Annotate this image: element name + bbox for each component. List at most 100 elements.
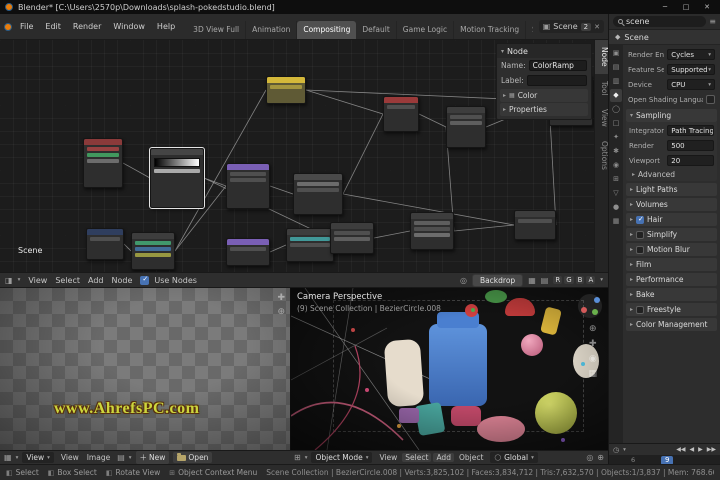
filter-icon[interactable]: ≡ (709, 17, 716, 26)
section-light-paths[interactable]: ▸ Light Paths (626, 183, 717, 196)
compositor-node-12[interactable] (286, 228, 334, 262)
image-icon[interactable]: ▦ (528, 276, 536, 285)
snap-magnet-icon[interactable]: ◎ (586, 453, 593, 462)
viewport-3d[interactable]: Camera Perspective (9) Scene Collection … (290, 288, 608, 450)
editor-type-icon[interactable]: ⊞ (294, 453, 301, 462)
section-simplify[interactable]: ▸ Simplify (626, 228, 717, 241)
play-reverse-button[interactable]: ◀ (690, 446, 695, 453)
proportional-edit-icon[interactable]: ⊕ (597, 453, 604, 462)
menu-render[interactable]: Render (67, 20, 107, 33)
workspace-tab-scripting[interactable]: Scripting (526, 21, 533, 39)
browse-image-icon[interactable]: ▤ (117, 453, 125, 462)
hair-checkbox[interactable] (636, 215, 645, 224)
channel-g-button[interactable]: G (564, 276, 574, 284)
color-subpanel-header[interactable]: ▸ ▦ Color (500, 89, 588, 102)
world-tab-icon[interactable]: ◯ (610, 103, 622, 116)
section-freestyle[interactable]: ▸ Freestyle (626, 303, 717, 316)
material-tab-icon[interactable]: ● (610, 201, 622, 214)
image-menu-view[interactable]: View (58, 453, 82, 462)
section-motion-blur[interactable]: ▸ Motion Blur (626, 243, 717, 256)
object-tab-icon[interactable]: □ (610, 117, 622, 130)
editor-type-icon[interactable]: ▦ (4, 453, 12, 462)
camera-view-icon[interactable]: ◉ (589, 354, 597, 364)
sidebar-tab-options[interactable]: Options (595, 134, 609, 177)
menu-help[interactable]: Help (151, 20, 181, 33)
compositor-node-4[interactable] (266, 76, 306, 104)
channel-a-button[interactable]: A (586, 276, 596, 284)
jump-to-start-button[interactable]: ◀◀ (676, 446, 685, 453)
pan-hand-icon[interactable]: ✚ (589, 339, 597, 349)
compositor-node-13[interactable] (330, 222, 374, 254)
zoom-icon[interactable]: ⊕ (277, 307, 285, 317)
viewport-menu-select[interactable]: Select (402, 453, 432, 462)
section-volumes[interactable]: ▸ Volumes (626, 198, 717, 211)
window-minimize-button[interactable]: ─ (657, 3, 673, 11)
modifiers-tab-icon[interactable]: ✦ (610, 131, 622, 144)
workspace-tab-game-logic[interactable]: Game Logic (397, 21, 455, 39)
use-nodes-checkbox[interactable] (140, 275, 150, 285)
pan-hand-icon[interactable]: ✚ (277, 293, 285, 303)
texture-tab-icon[interactable]: ▦ (610, 215, 622, 228)
node-label-input[interactable] (526, 75, 587, 86)
channel-r-button[interactable]: R (553, 276, 563, 284)
channel-b-button[interactable]: B (575, 276, 585, 284)
layers-icon[interactable]: ▤ (541, 276, 549, 285)
workspace-tab-3d-view-full[interactable]: 3D View Full (187, 21, 247, 39)
node-name-input[interactable]: ColorRamp (528, 60, 587, 71)
jump-to-end-button[interactable]: ▶▶ (707, 446, 716, 453)
scene-tab-icon[interactable]: ◆ (610, 89, 622, 102)
section-performance[interactable]: ▸ Performance (626, 273, 717, 286)
object-data-tab-icon[interactable]: ▽ (610, 187, 622, 200)
motion-blur-checkbox[interactable] (636, 245, 645, 254)
window-maximize-button[interactable]: □ (678, 3, 694, 11)
physics-tab-icon[interactable]: ◉ (610, 159, 622, 172)
node-menu-view[interactable]: View (25, 276, 50, 285)
new-image-button[interactable]: ＋ New (135, 451, 170, 464)
sidebar-tab-node[interactable]: Node (595, 40, 609, 74)
section-film[interactable]: ▸ Film (626, 258, 717, 271)
compositor-node-15[interactable] (514, 210, 556, 240)
properties-subpanel-header[interactable]: ▸ Properties (500, 103, 588, 116)
menu-window[interactable]: Window (107, 20, 151, 33)
object-mode-dropdown[interactable]: Object Mode ▾ (311, 452, 373, 463)
workspace-tab-motion-tracking[interactable]: Motion Tracking (454, 21, 527, 39)
compositor-node-2[interactable] (149, 147, 205, 209)
feature-set-dropdown[interactable]: Supported ▾ (667, 64, 715, 75)
render-samples-field[interactable]: 500 (667, 140, 714, 151)
sampling-section-header[interactable]: ▾ Sampling (626, 109, 717, 122)
particles-tab-icon[interactable]: ✱ (610, 145, 622, 158)
node-menu-select[interactable]: Select (52, 276, 83, 285)
blender-menu-icon[interactable] (4, 22, 12, 31)
compositor-node-11[interactable] (226, 238, 270, 266)
viewport-menu-view[interactable]: View (376, 453, 400, 462)
workspace-tab-compositing[interactable]: Compositing (297, 21, 357, 39)
snap-icon[interactable]: ◎ (460, 276, 467, 285)
compositor-node-1[interactable] (83, 138, 123, 188)
compositor-node-9[interactable] (86, 228, 124, 260)
image-menu-image[interactable]: Image (84, 453, 114, 462)
viewport-samples-field[interactable]: 20 (667, 155, 714, 166)
compositor-node-10[interactable] (131, 232, 175, 270)
section-bake[interactable]: ▸ Bake (626, 288, 717, 301)
section-color-management[interactable]: ▸ Color Management (626, 318, 717, 331)
compositor-node-14[interactable] (410, 212, 454, 250)
compositor-node-5[interactable] (293, 173, 343, 215)
window-close-button[interactable]: ✕ (699, 3, 715, 11)
compositor-node-7[interactable] (446, 106, 486, 148)
scene-selector[interactable]: ▣ Scene 2 ✕ (538, 20, 604, 33)
workspace-tab-animation[interactable]: Animation (246, 21, 298, 39)
zoom-icon[interactable]: ⊕ (589, 324, 597, 334)
scene-unlink-button[interactable]: ✕ (594, 23, 600, 31)
open-shading-language-checkbox[interactable] (706, 95, 715, 104)
workspace-tab-default[interactable]: Default (356, 21, 397, 39)
image-mode-dropdown[interactable]: View ▾ (22, 452, 54, 463)
viewport-menu-object[interactable]: Object (456, 453, 486, 462)
node-menu-node[interactable]: Node (109, 276, 136, 285)
compositor-node-6[interactable] (383, 96, 419, 132)
advanced-subpanel-header[interactable]: ▸ Advanced (626, 168, 717, 180)
backdrop-button[interactable]: Backdrop (471, 273, 524, 287)
compositor-node-3[interactable] (226, 163, 270, 209)
integrator-dropdown[interactable]: Path Tracing▾ (667, 125, 714, 136)
grid-icon[interactable]: ▦ (588, 369, 597, 379)
device-dropdown[interactable]: CPU ▾ (667, 79, 715, 90)
